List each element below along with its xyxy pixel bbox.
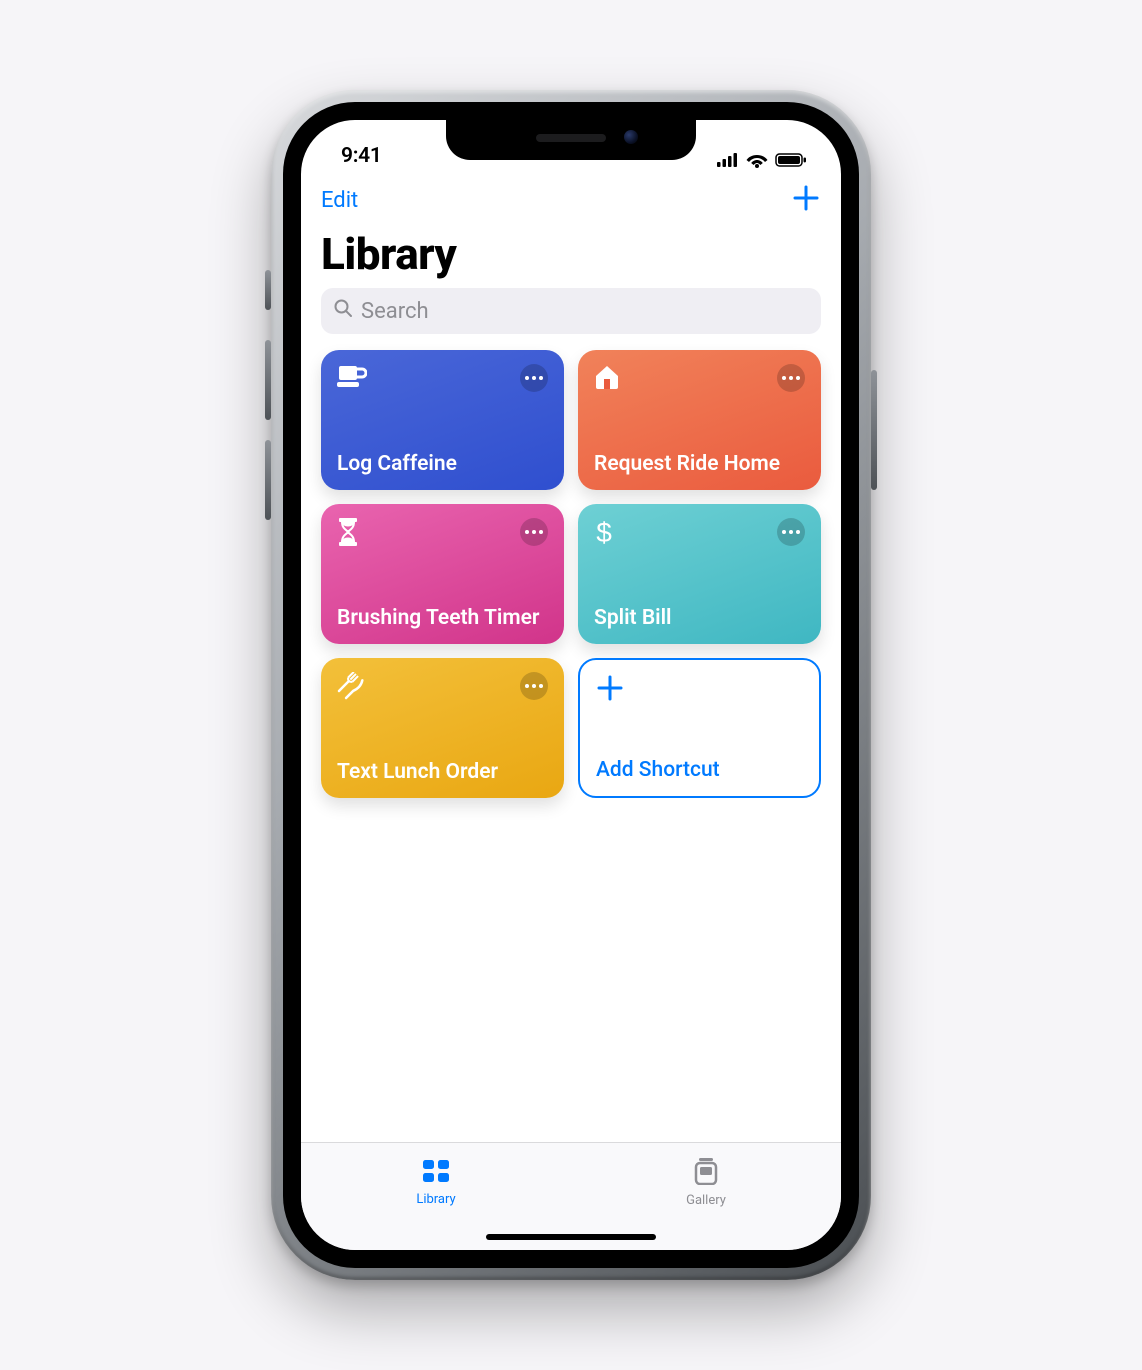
shortcut-label: Brushing Teeth Timer — [337, 606, 548, 630]
cup-icon — [337, 364, 367, 390]
status-time: 9:41 — [331, 144, 382, 168]
volume-up-button — [265, 340, 271, 420]
silence-switch — [265, 270, 271, 310]
device-frame: 9:41 — [271, 90, 871, 1280]
tab-label: Gallery — [686, 1193, 726, 1208]
home-indicator[interactable] — [486, 1234, 656, 1240]
search-icon — [333, 298, 353, 324]
power-button — [871, 370, 877, 490]
utensils-icon — [337, 672, 365, 700]
nav-bar: Edit — [301, 174, 841, 226]
plus-icon — [596, 674, 624, 702]
tab-gallery[interactable]: Gallery — [571, 1143, 841, 1222]
battery-icon — [775, 153, 807, 167]
dollar-icon: $ — [594, 518, 614, 548]
more-button[interactable] — [520, 672, 548, 700]
screen: 9:41 — [301, 120, 841, 1250]
search-placeholder: Search — [361, 299, 429, 324]
shortcut-card-log-caffeine[interactable]: Log Caffeine — [321, 350, 564, 490]
shortcut-grid: Log Caffeine Request Ride Home — [301, 334, 841, 814]
home-icon — [594, 364, 620, 390]
more-button[interactable] — [520, 364, 548, 392]
page-title: Library — [301, 226, 841, 288]
tab-library[interactable]: Library — [301, 1143, 571, 1222]
shortcut-label: Log Caffeine — [337, 452, 548, 476]
device-notch — [446, 120, 696, 160]
search-input[interactable]: Search — [321, 288, 821, 334]
shortcut-card-text-lunch-order[interactable]: Text Lunch Order — [321, 658, 564, 798]
hourglass-icon — [337, 518, 359, 546]
edit-button[interactable]: Edit — [321, 188, 358, 213]
tab-label: Library — [416, 1192, 455, 1207]
add-button[interactable] — [791, 183, 821, 217]
shortcut-card-request-ride-home[interactable]: Request Ride Home — [578, 350, 821, 490]
shortcut-label: Request Ride Home — [594, 452, 805, 476]
grid-icon — [421, 1158, 451, 1188]
shortcut-card-split-bill[interactable]: $ Split Bill — [578, 504, 821, 644]
more-button[interactable] — [777, 364, 805, 392]
add-shortcut-card[interactable]: Add Shortcut — [578, 658, 821, 798]
shortcut-label: Text Lunch Order — [337, 760, 548, 784]
more-button[interactable] — [520, 518, 548, 546]
shortcut-card-brushing-teeth-timer[interactable]: Brushing Teeth Timer — [321, 504, 564, 644]
wifi-icon — [746, 152, 768, 168]
volume-down-button — [265, 440, 271, 520]
more-button[interactable] — [777, 518, 805, 546]
gallery-icon — [694, 1157, 718, 1189]
status-icons — [717, 152, 811, 168]
add-shortcut-label: Add Shortcut — [596, 758, 803, 782]
tab-bar: Library Gallery — [301, 1142, 841, 1250]
cellular-icon — [717, 153, 739, 167]
svg-text:$: $ — [596, 518, 612, 548]
shortcut-label: Split Bill — [594, 606, 805, 630]
